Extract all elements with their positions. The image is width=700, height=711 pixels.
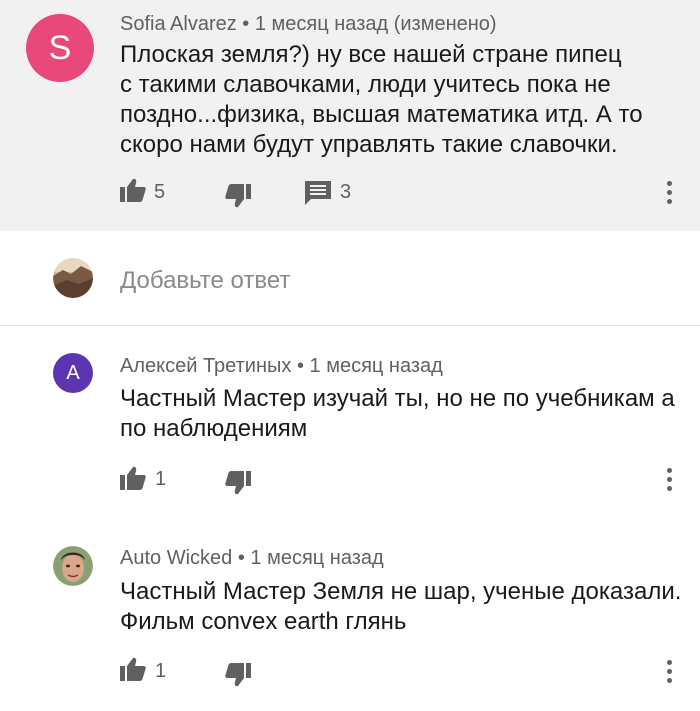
avatar-sofia[interactable]: S [26, 14, 94, 82]
meta-separator: • [291, 355, 310, 377]
meta-separator: • [236, 13, 255, 35]
like-icon[interactable] [120, 466, 146, 490]
comment-meta: Auto Wicked • 1 месяц назад [120, 546, 384, 570]
comment-line: Плоская земля?) ну все нашей стране пипе… [120, 41, 622, 68]
author-name[interactable]: Auto Wicked [120, 547, 232, 569]
landscape-avatar-icon [53, 258, 93, 298]
comment-time: 1 месяц назад (изменено) [254, 13, 497, 35]
comment-line: поздно...физика, высшая математика итд. … [120, 101, 643, 128]
add-reply-input[interactable]: Добавьте ответ [120, 267, 290, 295]
more-options-icon[interactable] [664, 660, 674, 686]
comment-line: Частный Мастер Земля не шар, ученые дока… [120, 578, 682, 605]
add-reply-row[interactable]: Добавьте ответ [0, 231, 700, 326]
avatar-letter: А [66, 361, 80, 384]
avatar-letter: S [48, 28, 72, 67]
avatar-aleksey[interactable]: А [53, 353, 93, 393]
more-options-icon[interactable] [664, 468, 674, 494]
dislike-icon[interactable] [225, 663, 251, 687]
comment-line: скоро нами будут управлять такие славочк… [120, 131, 618, 158]
comment-line: с такими славочками, люди учитесь пока н… [120, 71, 611, 98]
comment-time: 1 месяц назад [250, 547, 384, 569]
like-count: 1 [155, 660, 167, 682]
comment-text: Частный Мастер Земля не шар, ученые дока… [120, 577, 681, 637]
more-options-icon[interactable] [664, 181, 674, 207]
dislike-icon[interactable] [225, 184, 251, 208]
comment-text: Частный Мастер изучай ты, но не по учебн… [120, 384, 675, 444]
author-name[interactable]: Sofia Alvarez [120, 13, 237, 35]
comment-meta: Алексей Третиных • 1 месяц назад [120, 354, 443, 378]
like-icon[interactable] [120, 657, 146, 681]
like-icon[interactable] [120, 178, 146, 202]
comment-line: по наблюдениям [120, 415, 308, 442]
reply-count: 3 [340, 181, 352, 203]
comment-time: 1 месяц назад [309, 355, 443, 377]
comment-line: Частный Мастер изучай ты, но не по учебн… [120, 385, 675, 412]
like-count: 1 [155, 468, 167, 490]
comment-meta: Sofia Alvarez • 1 месяц назад (изменено) [120, 12, 497, 36]
author-name[interactable]: Алексей Третиных [120, 355, 291, 377]
comment-text: Плоская земля?) ну все нашей стране пипе… [120, 40, 643, 160]
user-photo-icon[interactable] [53, 546, 93, 586]
top-comment: S Sofia Alvarez • 1 месяц назад (изменен… [0, 0, 700, 231]
reply-icon[interactable] [305, 181, 331, 205]
meta-separator: • [232, 547, 251, 569]
like-count: 5 [154, 181, 166, 203]
comment-line: Фильм convex earth глянь [120, 608, 407, 635]
dislike-icon[interactable] [225, 471, 251, 495]
